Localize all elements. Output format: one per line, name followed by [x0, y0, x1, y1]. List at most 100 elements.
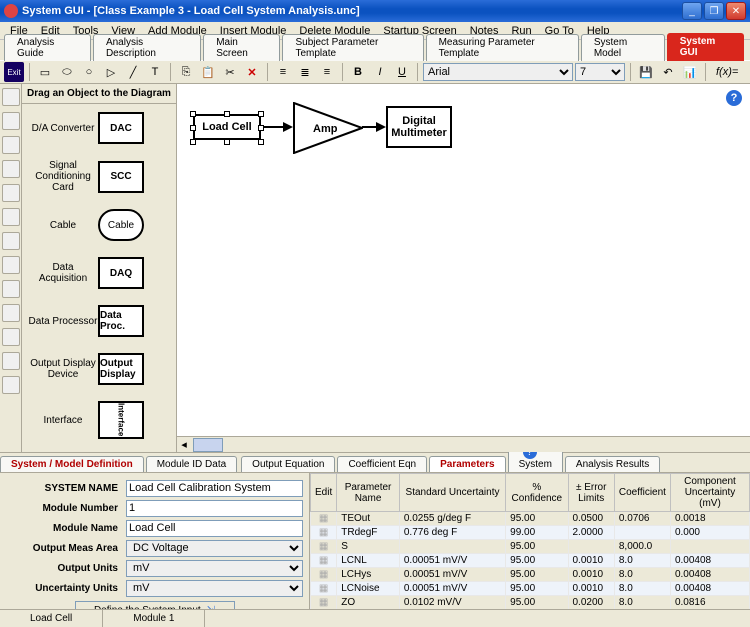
column-header[interactable]: % Confidence [506, 474, 568, 512]
help-icon[interactable]: ? [726, 90, 742, 106]
sel-handle[interactable] [224, 111, 230, 117]
bottom-tab-module-id-data[interactable]: Module ID Data [146, 456, 237, 472]
bottom-tab-analysis-results[interactable]: Analysis Results [565, 456, 660, 472]
palette-item-outputdisplay[interactable]: Output Display [98, 353, 144, 385]
palette-item-daq[interactable]: DAQ [98, 257, 144, 289]
pointer-tool[interactable] [2, 88, 20, 106]
font-size-select[interactable]: 7 [575, 63, 625, 81]
shape-tool-6[interactable] [2, 232, 20, 250]
sel-handle[interactable] [258, 111, 264, 117]
tab-system-gui[interactable]: System GUI [667, 33, 744, 61]
bottom-tab-coefficient-eqn[interactable]: Coefficient Eqn [337, 456, 427, 472]
sel-handle[interactable] [258, 139, 264, 145]
shape-tool-1[interactable] [2, 112, 20, 130]
palette-item-dataproc[interactable]: Data Proc. [98, 305, 144, 337]
shape-tool-9[interactable] [2, 304, 20, 322]
palette-item-interface[interactable]: Interface [98, 401, 144, 439]
tab-analysis-guide[interactable]: Analysis Guide [4, 34, 91, 61]
fx-button[interactable]: f(x)= [711, 62, 743, 82]
shape-tool-11[interactable] [2, 352, 20, 370]
cell[interactable]: ▦ [311, 596, 337, 610]
column-header[interactable]: Component Uncertainty (mV) [670, 474, 749, 512]
rect-tool[interactable]: ▭ [35, 62, 55, 82]
tab-subject-parameter-template[interactable]: Subject Parameter Template [282, 34, 423, 61]
status-tab-module-1[interactable]: Module 1 [103, 610, 205, 627]
block-amp[interactable]: Amp [293, 102, 363, 154]
bottom-tab-output-equation[interactable]: Output Equation [241, 456, 335, 472]
define-system-input-button[interactable]: Define the System Input⇲ [75, 601, 235, 609]
save-button[interactable]: 💾 [636, 62, 656, 82]
table-row[interactable]: ▦TRdegF0.776 deg F99.002.00000.000 [311, 526, 750, 540]
underline-button[interactable]: U [392, 62, 412, 82]
maximize-button[interactable]: ❐ [704, 2, 724, 20]
table-row[interactable]: ▦LCNoise0.00051 mV/V95.000.00108.00.0040… [311, 582, 750, 596]
shape-tool-5[interactable] [2, 208, 20, 226]
play-tool[interactable]: ▷ [101, 62, 121, 82]
tab-system-model[interactable]: System Model [581, 34, 665, 61]
palette-item-dac[interactable]: DAC [98, 112, 144, 144]
chart-button[interactable]: 📊 [680, 62, 700, 82]
block-dmm[interactable]: Digital Multimeter [386, 106, 452, 148]
sel-handle[interactable] [224, 139, 230, 145]
shape-tool-3[interactable] [2, 160, 20, 178]
italic-button[interactable]: I [370, 62, 390, 82]
module-number-input[interactable] [126, 500, 303, 517]
exit-button[interactable]: Exit [4, 62, 24, 82]
column-header[interactable]: Edit [311, 474, 337, 512]
output-meas-area-select[interactable]: DC Voltage [126, 540, 303, 557]
sel-handle[interactable] [190, 111, 196, 117]
status-tab-load-cell[interactable]: Load Cell [0, 610, 103, 627]
shape-tool-7[interactable] [2, 256, 20, 274]
bold-button[interactable]: B [348, 62, 368, 82]
diagram-canvas[interactable]: ? Load Cell Amp Digital Multimeter ◂ [177, 84, 750, 452]
cell[interactable]: ▦ [311, 540, 337, 554]
cut-button[interactable]: ✂ [220, 62, 240, 82]
align-right-button[interactable]: ≡ [317, 62, 337, 82]
shape-tool-12[interactable] [2, 376, 20, 394]
bottom-tab-system---model-definition[interactable]: System / Model Definition [0, 456, 144, 472]
sel-handle[interactable] [190, 125, 196, 131]
h-scrollbar[interactable]: ◂ [177, 436, 750, 452]
minimize-button[interactable]: _ [682, 2, 702, 20]
line-tool[interactable]: ╱ [123, 62, 143, 82]
parameters-grid[interactable]: EditParameter NameStandard Uncertainty% … [310, 473, 750, 609]
close-button[interactable]: ✕ [726, 2, 746, 20]
table-row[interactable]: ▦LCHys0.00051 mV/V95.000.00108.00.00408 [311, 568, 750, 582]
output-units-select[interactable]: mV [126, 560, 303, 577]
system-name-input[interactable] [126, 480, 303, 497]
align-center-button[interactable]: ≣ [295, 62, 315, 82]
column-header[interactable]: Coefficient [614, 474, 670, 512]
font-name-select[interactable]: Arial [423, 63, 573, 81]
table-row[interactable]: ▦LCNL0.00051 mV/V95.000.00108.00.00408 [311, 554, 750, 568]
cell[interactable]: ▦ [311, 526, 337, 540]
sel-handle[interactable] [190, 139, 196, 145]
cell[interactable]: ▦ [311, 554, 337, 568]
tab-analysis-description[interactable]: Analysis Description [93, 34, 201, 61]
block-load-cell[interactable]: Load Cell [193, 114, 261, 140]
shape-tool-4[interactable] [2, 184, 20, 202]
tab-main-screen[interactable]: Main Screen [203, 34, 280, 61]
palette-item-cable[interactable]: Cable [98, 209, 144, 241]
text-tool[interactable]: T [145, 62, 165, 82]
uncertainty-units-select[interactable]: mV [126, 580, 303, 597]
shape-tool-2[interactable] [2, 136, 20, 154]
cell[interactable]: ▦ [311, 512, 337, 526]
circle-tool[interactable]: ○ [79, 62, 99, 82]
delete-button[interactable]: ✕ [242, 62, 262, 82]
copy-button[interactable]: ⎘ [176, 62, 196, 82]
column-header[interactable]: Parameter Name [337, 474, 400, 512]
column-header[interactable]: ± Error Limits [568, 474, 614, 512]
table-row[interactable]: ▦TEOut0.0255 g/deg F95.000.05000.07060.0… [311, 512, 750, 526]
cell[interactable]: ▦ [311, 568, 337, 582]
palette-item-scc[interactable]: SCC [98, 161, 144, 193]
undo-button[interactable]: ↶ [658, 62, 678, 82]
tab-measuring-parameter-template[interactable]: Measuring Parameter Template [426, 34, 579, 61]
oval-tool[interactable]: ⬭ [57, 62, 77, 82]
shape-tool-10[interactable] [2, 328, 20, 346]
module-name-input[interactable] [126, 520, 303, 537]
table-row[interactable]: ▦ZO0.0102 mV/V95.000.02008.00.0816 [311, 596, 750, 610]
shape-tool-8[interactable] [2, 280, 20, 298]
column-header[interactable]: Standard Uncertainty [399, 474, 505, 512]
align-left-button[interactable]: ≡ [273, 62, 293, 82]
bottom-tab-parameters[interactable]: Parameters [429, 456, 505, 472]
